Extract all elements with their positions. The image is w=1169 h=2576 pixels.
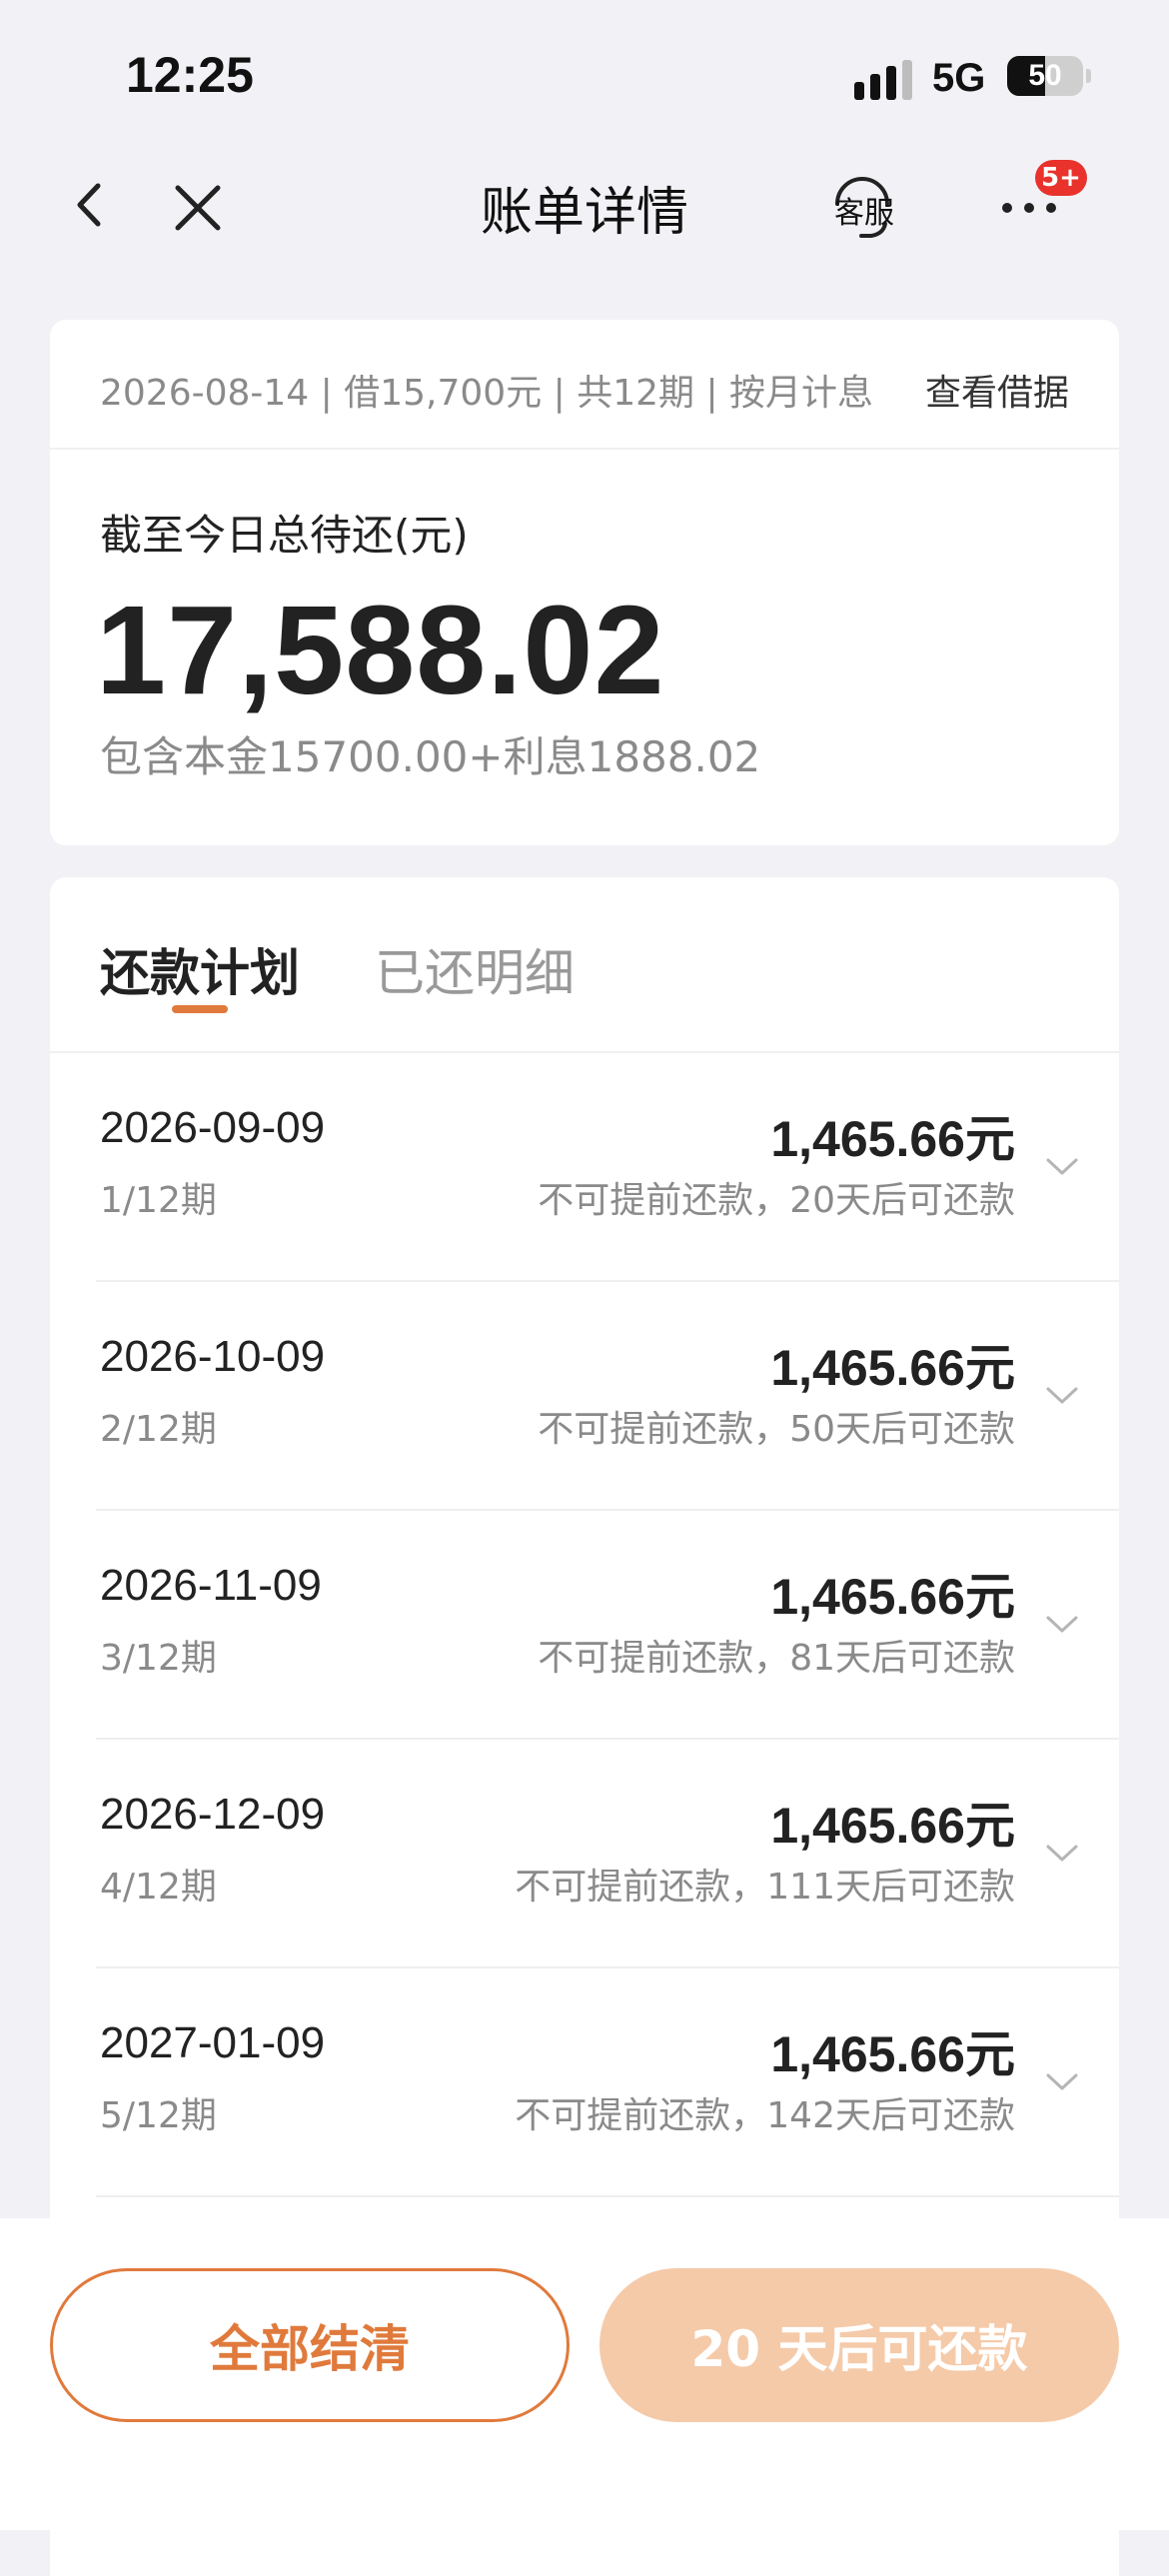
installment-amount: 1,465.66元: [770, 1111, 1015, 1167]
installment-row[interactable]: 2026-10-09 2/12期 1,465.66元 不可提前还款，50天后可还…: [50, 1282, 1119, 1511]
customer-service-label[interactable]: 客服: [829, 188, 899, 232]
bottom-action-bar: 全部结清 20 天后可还款: [0, 2218, 1169, 2530]
notification-badge: 5+: [1035, 160, 1087, 196]
installment-period: 5/12期: [100, 2095, 217, 2136]
loan-meta: 2026-08-14 | 借15,700元 | 共12期 | 按月计息: [100, 373, 874, 414]
installment-note: 不可提前还款，81天后可还款: [538, 1638, 1015, 1679]
installment-row[interactable]: 2027-01-09 5/12期 1,465.66元 不可提前还款，142天后可…: [50, 1968, 1119, 2197]
battery-tip: [1086, 69, 1091, 83]
total-due-amount: 17,588.02: [96, 580, 665, 720]
row-divider: [96, 2195, 1119, 2197]
installment-period: 2/12期: [100, 1409, 217, 1450]
nav-bar: 账单详情 客服 5+: [0, 140, 1169, 270]
installment-date: 2026-12-09: [100, 1790, 326, 1839]
chevron-down-icon[interactable]: [1045, 1386, 1079, 1406]
installment-period: 1/12期: [100, 1180, 217, 1221]
status-time: 12:25: [126, 47, 254, 103]
battery-icon: 50: [1007, 56, 1083, 96]
divider: [50, 448, 1119, 450]
installment-period: 3/12期: [100, 1638, 217, 1679]
active-tab-indicator: [172, 1005, 228, 1013]
installment-amount: 1,465.66元: [770, 1340, 1015, 1396]
installment-period: 4/12期: [100, 1867, 217, 1908]
installment-date: 2027-01-09: [100, 2018, 326, 2067]
bill-summary-card: 2026-08-14 | 借15,700元 | 共12期 | 按月计息 查看借据…: [50, 320, 1119, 845]
settle-all-button[interactable]: 全部结清: [50, 2268, 570, 2422]
installment-row[interactable]: 2026-12-09 4/12期 1,465.66元 不可提前还款，111天后可…: [50, 1740, 1119, 1968]
chevron-down-icon[interactable]: [1045, 1844, 1079, 1864]
installment-row[interactable]: 2026-11-09 3/12期 1,465.66元 不可提前还款，81天后可还…: [50, 1511, 1119, 1740]
ellipsis-icon[interactable]: [999, 198, 1059, 218]
battery-percent: 50: [1028, 59, 1062, 92]
installment-note: 不可提前还款，50天后可还款: [538, 1409, 1015, 1450]
signal-icon: [854, 60, 912, 100]
installment-note: 不可提前还款，111天后可还款: [515, 1867, 1015, 1908]
chevron-down-icon[interactable]: [1045, 2072, 1079, 2092]
installment-amount: 1,465.66元: [770, 1798, 1015, 1854]
network-type: 5G: [932, 56, 986, 100]
tab-paid-details[interactable]: 已还明细: [375, 933, 575, 1005]
tab-repayment-plan[interactable]: 还款计划: [100, 933, 300, 1005]
installment-amount: 1,465.66元: [770, 2026, 1015, 2082]
installment-date: 2026-11-09: [100, 1561, 322, 1610]
repay-button[interactable]: 20 天后可还款: [599, 2268, 1119, 2422]
installment-date: 2026-10-09: [100, 1332, 326, 1381]
installment-note: 不可提前还款，20天后可还款: [538, 1180, 1015, 1221]
installment-amount: 1,465.66元: [770, 1569, 1015, 1625]
status-bar: 12:25 5G 50: [0, 0, 1169, 140]
view-loan-link[interactable]: 查看借据: [925, 364, 1069, 416]
installment-row[interactable]: 2026-09-09 1/12期 1,465.66元 不可提前还款，20天后可还…: [50, 1053, 1119, 1282]
chevron-down-icon[interactable]: [1045, 1615, 1079, 1635]
installment-date: 2026-09-09: [100, 1103, 326, 1152]
page-title: 账单详情: [480, 183, 688, 243]
installment-note: 不可提前还款，142天后可还款: [515, 2095, 1015, 2136]
total-breakdown: 包含本金15700.00+利息1888.02: [100, 732, 761, 781]
chevron-down-icon[interactable]: [1045, 1157, 1079, 1177]
total-due-label: 截至今日总待还(元): [100, 511, 469, 560]
